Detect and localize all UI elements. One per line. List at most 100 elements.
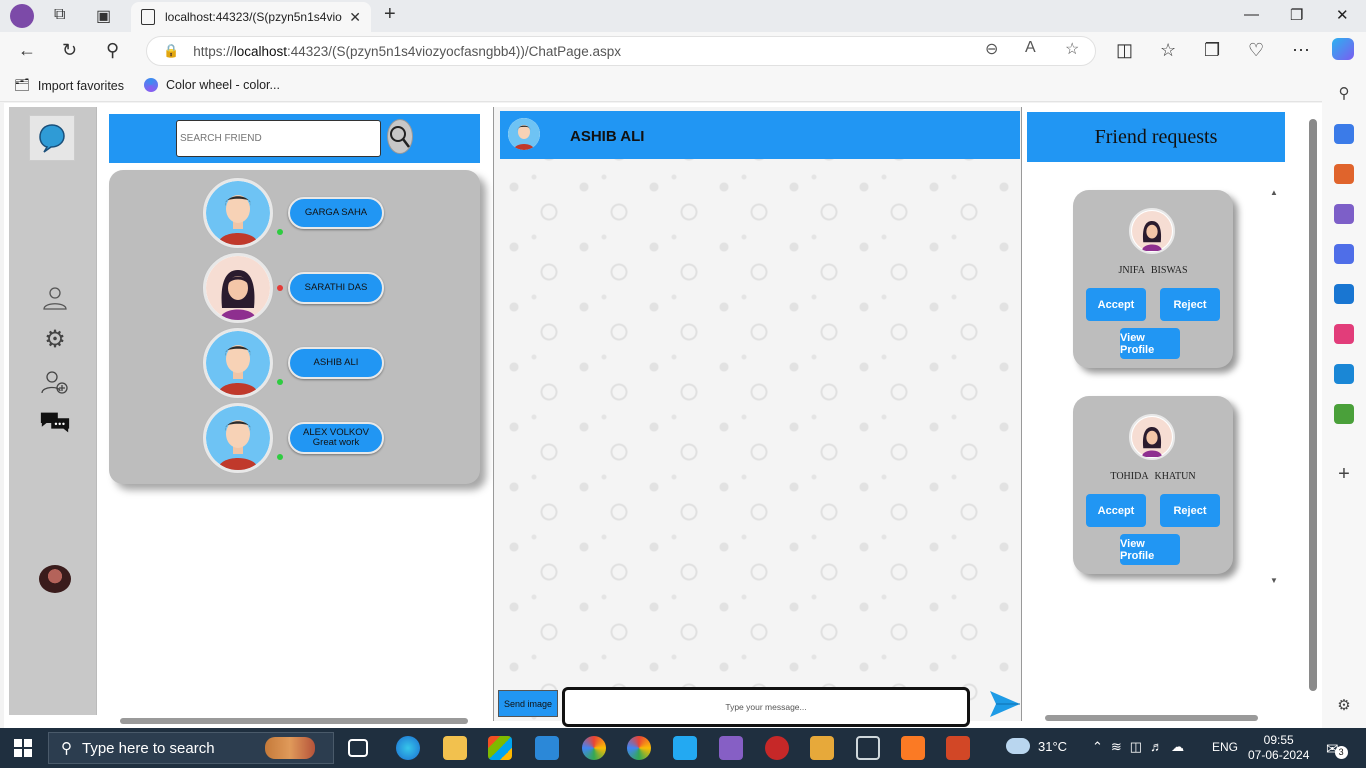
scroll-up-icon[interactable]: ▲	[1270, 188, 1278, 197]
add-friend-icon[interactable]	[39, 366, 71, 398]
favorite-star-icon[interactable]: ☆	[1065, 39, 1079, 59]
profile-icon[interactable]	[10, 4, 34, 28]
female-avatar	[1129, 208, 1175, 254]
vscode-icon[interactable]	[673, 736, 697, 760]
page-vertical-scrollbar[interactable]	[1309, 119, 1317, 691]
import-favorites[interactable]: 🗂 Import favorites	[14, 78, 124, 93]
friend-name-button[interactable]: SARATHI DAS	[288, 272, 384, 304]
reject-button[interactable]: Reject	[1160, 494, 1220, 527]
message-input[interactable]: Type your message...	[562, 687, 970, 727]
search-button[interactable]	[387, 119, 413, 154]
friend-name-button[interactable]: ASHIB ALI	[288, 347, 384, 379]
refresh-icon[interactable]: ↻	[62, 40, 77, 61]
language-indicator[interactable]: ENG	[1212, 740, 1238, 754]
settings-gear-icon[interactable]: ⚙	[39, 323, 71, 355]
games-icon[interactable]	[1334, 204, 1354, 224]
chrome-icon[interactable]	[627, 736, 651, 760]
accept-button[interactable]: Accept	[1086, 288, 1146, 321]
taskbar-search[interactable]: ⚲ Type here to search	[48, 732, 334, 764]
performance-icon[interactable]: ♡	[1248, 40, 1264, 61]
weather-widget[interactable]: 31°C	[1006, 738, 1067, 754]
right-horizontal-scrollbar[interactable]	[1045, 715, 1258, 721]
close-tab-icon[interactable]: ✕	[349, 9, 361, 26]
more-menu-icon[interactable]: ⋯	[1292, 40, 1310, 61]
send-image-button[interactable]: Send image	[498, 690, 558, 717]
paint-icon[interactable]	[810, 736, 834, 760]
friend-item[interactable]: GARGA SAHA	[203, 178, 393, 248]
windows-start-icon[interactable]	[14, 739, 32, 757]
friend-name: GARGA SAHA	[304, 207, 368, 218]
sidebar-settings-icon[interactable]: ⚙	[1334, 696, 1354, 716]
tree-icon[interactable]	[1334, 404, 1354, 424]
search-friend-input[interactable]	[176, 120, 381, 157]
user-icon[interactable]	[39, 282, 71, 314]
collections-icon[interactable]: ❐	[1204, 40, 1220, 61]
split-screen-icon[interactable]: ◫	[1116, 40, 1133, 61]
xampp-icon[interactable]	[901, 736, 925, 760]
import-icon: 🗂	[14, 78, 30, 92]
favorites-icon[interactable]: ☆	[1160, 40, 1176, 61]
chat-logo-icon	[39, 124, 65, 153]
copilot-sidebar-icon[interactable]	[1334, 244, 1354, 264]
restore-icon[interactable]: ❐	[1290, 6, 1303, 24]
read-aloud-icon[interactable]: A	[1025, 39, 1036, 57]
color-wheel-label: Color wheel - color...	[166, 78, 280, 92]
close-window-icon[interactable]: ✕	[1336, 6, 1349, 24]
new-tab-icon[interactable]: +	[384, 3, 396, 26]
my-profile-avatar[interactable]	[39, 565, 71, 593]
powerpoint-icon[interactable]	[946, 736, 970, 760]
outlook-icon[interactable]	[1334, 284, 1354, 304]
friend-name-button[interactable]: ALEX VOLKOV Great work	[288, 422, 384, 454]
chat-contact-name: ASHIB ALI	[570, 128, 645, 145]
friend-item[interactable]: ASHIB ALI	[203, 328, 393, 398]
add-sidebar-icon[interactable]: +	[1334, 464, 1354, 484]
workspaces-icon[interactable]: ⧉	[54, 6, 65, 24]
tab-actions-icon[interactable]: ▣	[96, 6, 111, 26]
send-button[interactable]	[988, 687, 1022, 721]
search-icon[interactable]: ⚲	[106, 40, 119, 61]
tools-icon[interactable]	[1334, 164, 1354, 184]
taskbar-search-text: Type here to search	[82, 739, 215, 757]
online-status-dot	[277, 454, 283, 460]
designer-icon[interactable]	[1334, 324, 1354, 344]
offline-status-dot	[277, 285, 283, 291]
notifications[interactable]: ✉ 3	[1326, 738, 1348, 759]
magnifier-icon	[390, 125, 410, 148]
visual-studio-icon[interactable]	[719, 736, 743, 760]
search-highlight-icon	[264, 737, 315, 759]
tray-icons[interactable]: ⌃≋◫♬☁	[1092, 739, 1192, 755]
3d-viewer-icon[interactable]	[856, 736, 880, 760]
friend-item[interactable]: ALEX VOLKOV Great work	[203, 403, 393, 473]
friend-item[interactable]: SARATHI DAS	[203, 253, 393, 323]
recorder-icon[interactable]	[765, 736, 789, 760]
zoom-icon[interactable]: ⊖	[985, 39, 998, 59]
sidebar-search-icon[interactable]: ⚲	[1334, 84, 1354, 104]
clock[interactable]: 09:55 07-06-2024	[1248, 733, 1309, 763]
store-icon[interactable]	[488, 736, 512, 760]
reject-button[interactable]: Reject	[1160, 288, 1220, 321]
address-field[interactable]: 🔒 https://localhost:44323/(S(pzyn5n1s4vi…	[146, 36, 1096, 66]
taskbar-search-icon: ⚲	[61, 740, 72, 757]
minimize-icon[interactable]: —	[1244, 6, 1259, 23]
address-toolbar: ← ↻ ⚲ 🔒 https://localhost:44323/(S(pzyn5…	[0, 32, 1366, 70]
requester-name: JNIFA BISWAS	[1118, 265, 1188, 276]
friend-name-button[interactable]: GARGA SAHA	[288, 197, 384, 229]
browser-tab[interactable]: localhost:44323/(S(pzyn5n1s4vio ✕	[131, 2, 371, 32]
file-explorer-icon[interactable]	[443, 736, 467, 760]
edge-taskbar-icon[interactable]	[396, 736, 420, 760]
shopping-icon[interactable]	[1334, 124, 1354, 144]
send-icon[interactable]	[1334, 364, 1354, 384]
friend-name: SARATHI DAS	[304, 282, 368, 293]
scroll-down-icon[interactable]: ▼	[1270, 576, 1278, 585]
back-icon[interactable]: ←	[18, 40, 36, 61]
color-wheel-favorite[interactable]: Color wheel - color...	[144, 78, 280, 92]
mail-icon[interactable]	[535, 736, 559, 760]
accept-button[interactable]: Accept	[1086, 494, 1146, 527]
view-profile-button[interactable]: View Profile	[1120, 534, 1180, 565]
task-view-icon[interactable]	[348, 739, 368, 757]
left-horizontal-scrollbar[interactable]	[120, 718, 468, 724]
view-profile-button[interactable]: View Profile	[1120, 328, 1180, 359]
chrome-profile-icon[interactable]	[582, 736, 606, 760]
chats-icon[interactable]	[39, 406, 71, 438]
copilot-icon[interactable]	[1332, 38, 1354, 60]
